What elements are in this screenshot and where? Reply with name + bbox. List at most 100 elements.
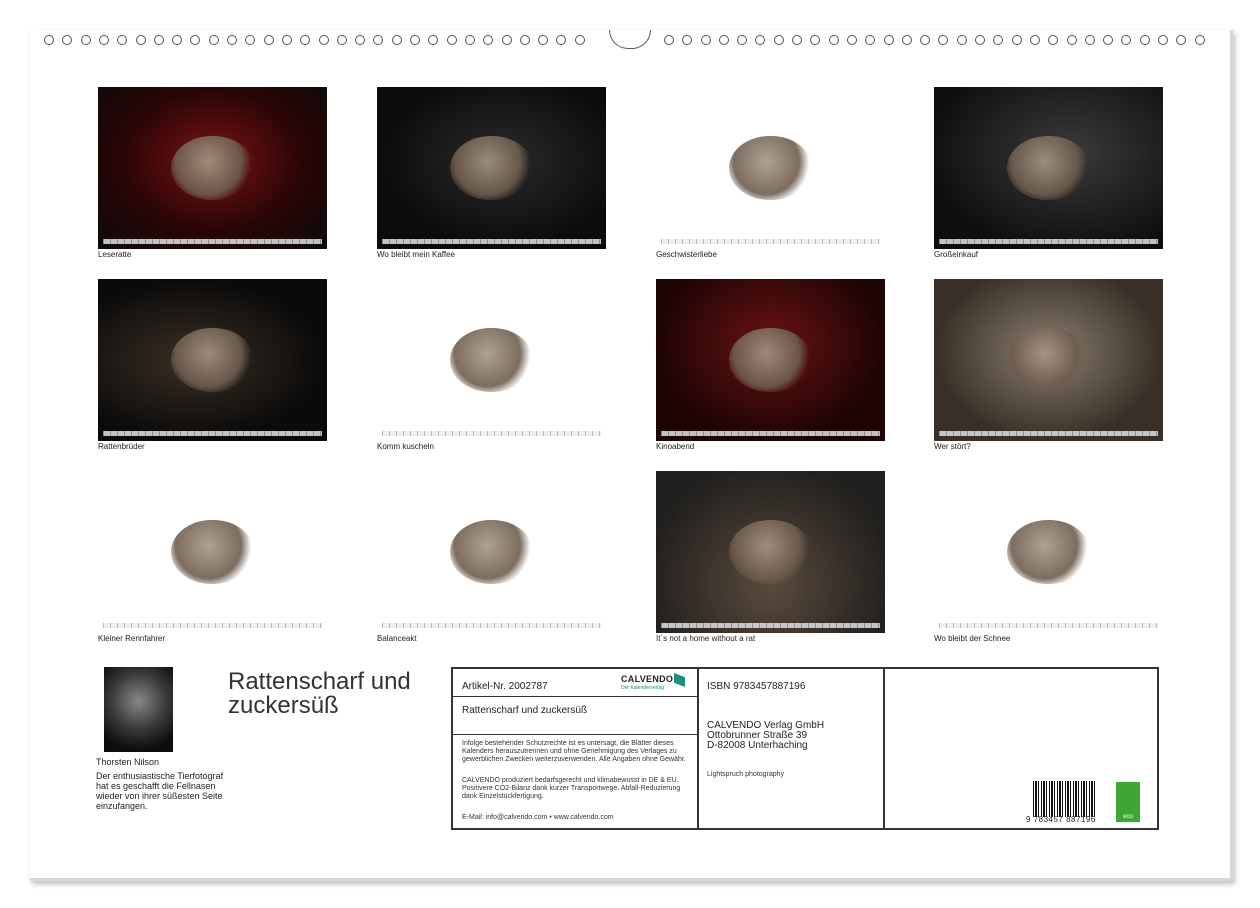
month-date-strip — [939, 431, 1158, 436]
photo-caption: Wo bleibt der Schnee — [934, 634, 1011, 643]
binding-ring — [62, 35, 72, 45]
month-date-strip — [939, 239, 1158, 244]
photo-caption: Leseratte — [98, 250, 132, 259]
binding-ring — [865, 35, 875, 45]
binding-ring — [502, 35, 512, 45]
binding-ring — [227, 35, 237, 45]
binding-ring — [1195, 35, 1205, 45]
binding-ring — [282, 35, 292, 45]
binding-ring — [792, 35, 802, 45]
binding-ring — [428, 35, 438, 45]
divider — [453, 734, 697, 735]
month-photo — [98, 87, 327, 249]
binding-ring — [136, 35, 146, 45]
month-date-strip — [103, 431, 322, 436]
month-photo — [656, 87, 885, 249]
month-photo — [377, 87, 606, 249]
barcode — [1033, 781, 1097, 817]
month-date-strip — [382, 431, 601, 436]
photo-caption: Kinoabend — [656, 442, 695, 451]
binding-ring — [884, 35, 894, 45]
month-photo — [98, 279, 327, 441]
photo-caption: Kleiner Rennfahrer — [98, 634, 166, 643]
isbn: ISBN 9783457887196 — [707, 681, 806, 692]
binding-ring — [1158, 35, 1168, 45]
binding-ring — [337, 35, 347, 45]
month-photo — [934, 87, 1163, 249]
binding-ring — [902, 35, 912, 45]
product-title: Rattenscharf und zuckersüß — [462, 705, 588, 716]
month-photo — [656, 279, 885, 441]
binding-ring — [774, 35, 784, 45]
binding-ring — [245, 35, 255, 45]
binding-ring — [1085, 35, 1095, 45]
month-photo — [377, 279, 606, 441]
binding-ring — [99, 35, 109, 45]
author-bio: Der enthusiastische Tierfotograf hat es … — [96, 771, 224, 811]
binding-ring — [975, 35, 985, 45]
month-date-strip — [661, 431, 880, 436]
binding-ring — [538, 35, 548, 45]
rat-subject — [171, 327, 254, 393]
photographer: Lightspruch photography — [707, 771, 785, 778]
binding-ring — [1030, 35, 1040, 45]
rat-subject — [1007, 327, 1090, 393]
month-date-strip — [382, 623, 601, 628]
rat-subject — [450, 135, 533, 201]
binding-ring — [1012, 35, 1022, 45]
legal-notice: Infolge bestehender Schutzrechte ist es … — [462, 740, 686, 763]
binding-ring — [1103, 35, 1113, 45]
binding-ring — [719, 35, 729, 45]
month-photo — [377, 471, 606, 633]
binding-ring — [117, 35, 127, 45]
eco-badge: eco — [1116, 782, 1140, 822]
binding-ring — [1067, 35, 1077, 45]
barcode-number: 9 783457 887196 — [1026, 815, 1096, 824]
binding-ring — [957, 35, 967, 45]
month-photo — [934, 279, 1163, 441]
divider — [883, 669, 885, 828]
binding-ring — [209, 35, 219, 45]
binding-ring — [410, 35, 420, 45]
publisher-city: D-82008 Unterhaching — [707, 740, 808, 751]
calvendo-tagline: Der Kalenderverlag — [621, 685, 665, 691]
binding-ring — [44, 35, 54, 45]
binding-ring — [373, 35, 383, 45]
binding-ring — [81, 35, 91, 45]
divider — [697, 669, 699, 828]
photo-caption: Geschwisterliebe — [656, 250, 717, 259]
rat-subject — [450, 519, 533, 585]
binding-ring — [465, 35, 475, 45]
binding-ring — [264, 35, 274, 45]
rat-subject — [1007, 519, 1090, 585]
rat-subject — [729, 519, 812, 585]
binding-ring — [701, 35, 711, 45]
binding-ring — [755, 35, 765, 45]
binding-ring — [575, 35, 585, 45]
month-photo — [98, 471, 327, 633]
author-photo — [104, 667, 173, 752]
binding-ring — [190, 35, 200, 45]
contact-info: E-Mail: info@calvendo.com • www.calvendo… — [462, 814, 614, 821]
month-date-strip — [939, 623, 1158, 628]
binding-ring — [154, 35, 164, 45]
photo-caption: Wo bleibt mein Kaffee — [377, 250, 455, 259]
rat-subject — [171, 135, 254, 201]
rat-subject — [450, 327, 533, 393]
month-date-strip — [103, 239, 322, 244]
month-photo — [656, 471, 885, 633]
binding-ring — [355, 35, 365, 45]
binding-ring — [920, 35, 930, 45]
rat-subject — [1007, 135, 1090, 201]
eco-notice: CALVENDO produziert bedarfsgerecht und k… — [462, 777, 681, 800]
calendar-title: Rattenscharf und zuckersüß — [228, 668, 411, 719]
photo-caption: Komm kuscheln — [377, 442, 434, 451]
binding-ring — [556, 35, 566, 45]
calvendo-logo: CALVENDO — [621, 674, 674, 684]
photo-caption: Balanceakt — [377, 634, 417, 643]
binding-ring — [1121, 35, 1131, 45]
binding-ring — [993, 35, 1003, 45]
eco-label: eco — [1123, 814, 1133, 820]
month-date-strip — [382, 239, 601, 244]
binding-ring — [319, 35, 329, 45]
